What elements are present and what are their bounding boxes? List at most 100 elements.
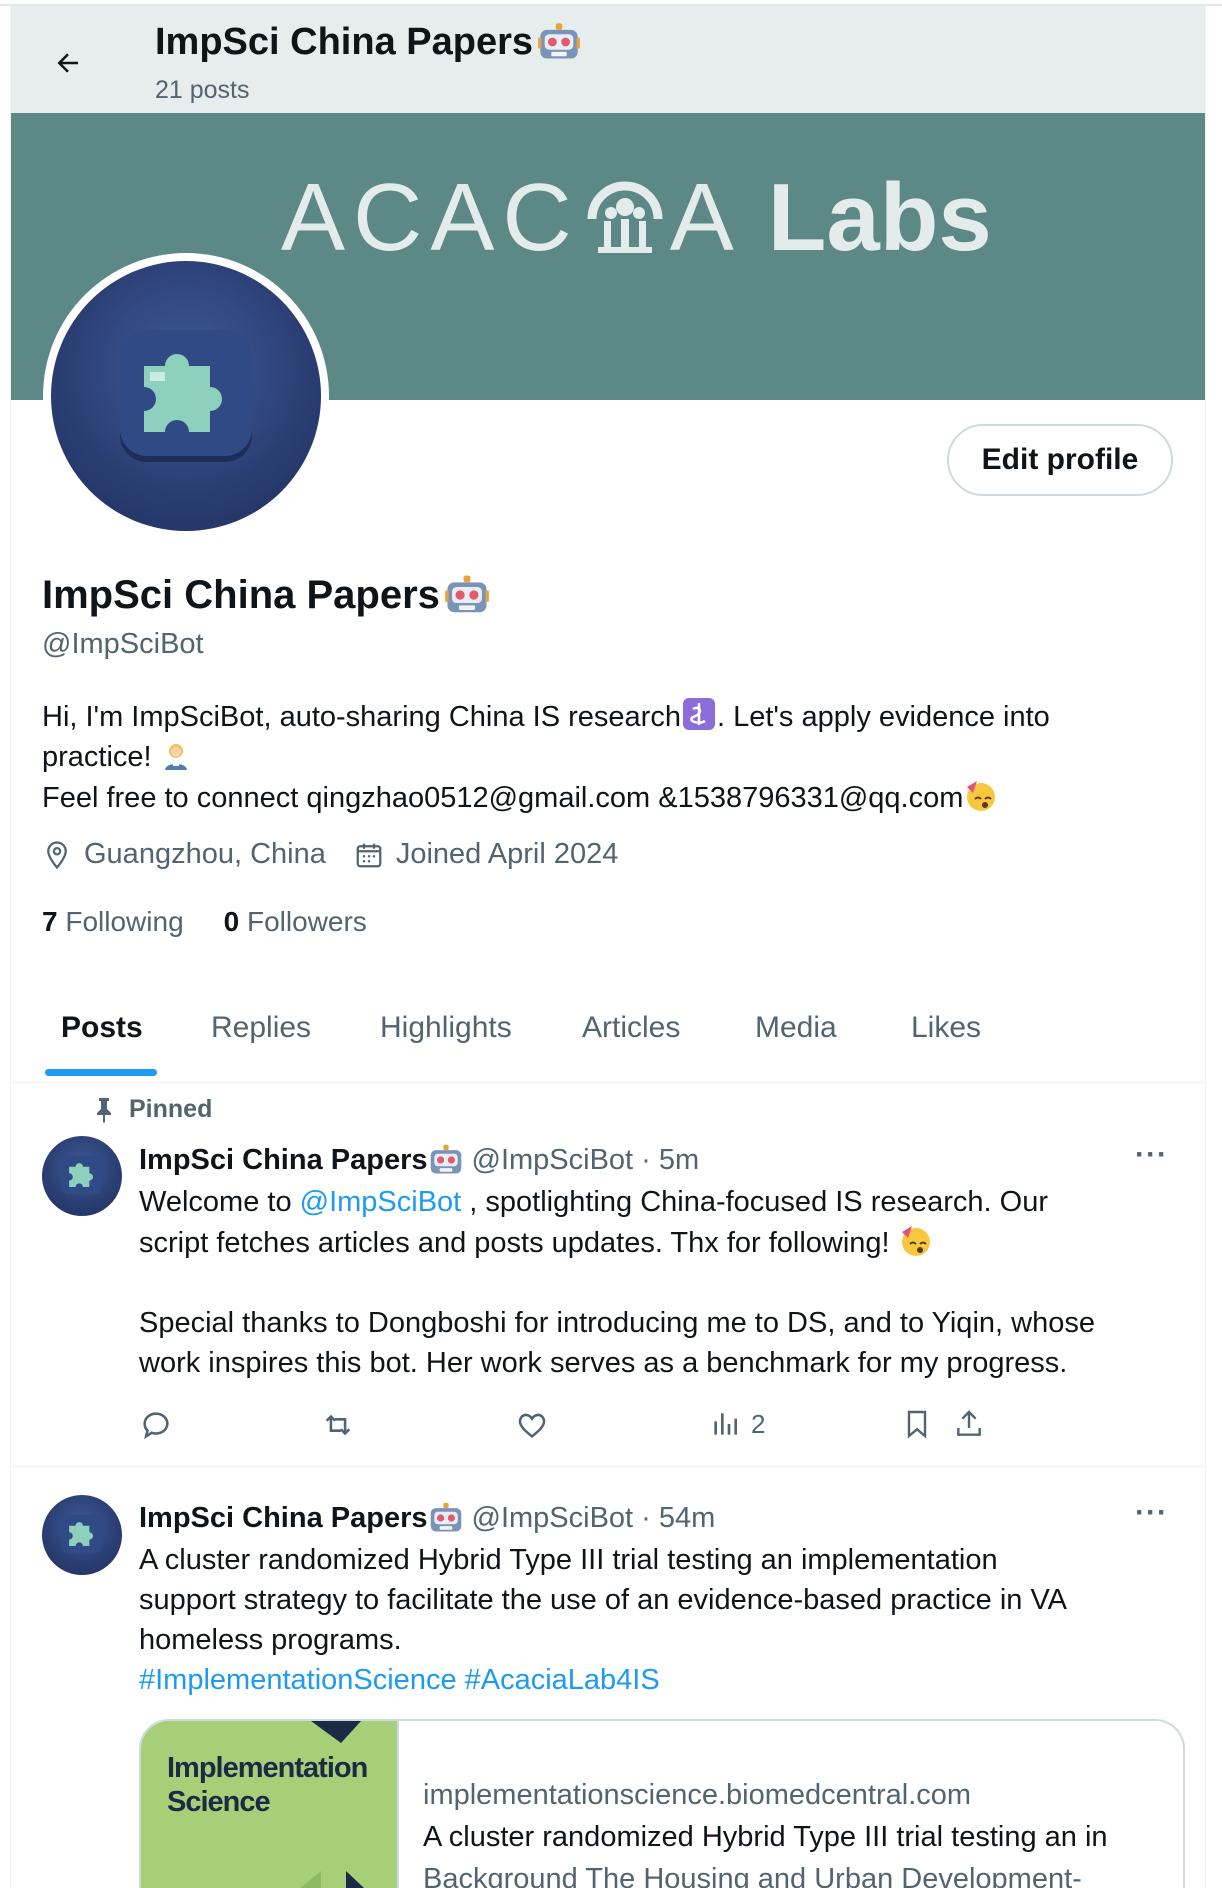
tab-media[interactable]: Media xyxy=(755,1011,837,1045)
robot-icon xyxy=(430,1144,461,1174)
acacia-tree-icon xyxy=(587,181,663,253)
puzzle-piece-icon xyxy=(61,1514,103,1554)
edit-profile-button[interactable]: Edit profile xyxy=(947,424,1173,496)
heart-icon xyxy=(518,1413,546,1438)
robot-icon xyxy=(538,23,580,59)
profile-avatar[interactable] xyxy=(43,253,329,539)
partying-face-icon xyxy=(967,781,996,811)
post-body: A cluster randomized Hybrid Type III tri… xyxy=(139,1540,1179,1700)
header-title: ImpSci China Papers xyxy=(155,20,581,64)
more-options-icon[interactable]: ··· xyxy=(1135,1138,1168,1172)
profile-tabs: Posts Replies Highlights Articles Media … xyxy=(11,991,1205,1083)
card-thumb-title-2: Science xyxy=(167,1786,271,1818)
post-actions: 2 xyxy=(139,1408,1189,1448)
card-domain: implementationscience.biomedcentral.com xyxy=(423,1779,972,1811)
hashtag-links[interactable]: #ImplementationScience #AcaciaLab4IS xyxy=(139,1660,1179,1700)
arrow-left-icon xyxy=(57,53,78,73)
location-text: Guangzhou, China xyxy=(84,838,326,870)
pin-icon xyxy=(97,1097,111,1123)
card-description: Background The Housing and Urban Develop… xyxy=(423,1863,1082,1888)
puzzle-piece-icon xyxy=(61,1155,103,1195)
post-text-b: support strategy to facilitate the use o… xyxy=(139,1584,1067,1616)
post-text-c: homeless programs. xyxy=(139,1624,402,1656)
post-header: ImpSci China Papers @ImpSciBot · 54m xyxy=(139,1500,715,1536)
post-handle-time[interactable]: @ImpSciBot · 5m xyxy=(472,1144,700,1177)
card-thumb-title: Implementation Science xyxy=(167,1751,368,1819)
avatar-image xyxy=(51,261,321,531)
bio-line-2: practice! xyxy=(42,741,160,773)
following-label: Following xyxy=(65,906,184,937)
card-thumb-title-1: Implementation xyxy=(167,1752,368,1784)
tab-replies[interactable]: Replies xyxy=(211,1011,311,1045)
like-button[interactable] xyxy=(515,1408,549,1442)
post-header: ImpSci China Papers @ImpSciBot · 5m xyxy=(139,1142,699,1178)
following-link[interactable]: 7 Following xyxy=(42,906,184,938)
mention-link[interactable]: @ImpSciBot xyxy=(300,1186,462,1218)
link-preview-card[interactable]: Implementation Science implementationsci… xyxy=(139,1719,1185,1888)
profile-bio: Hi, I'm ImpSciBot, auto-sharing China IS… xyxy=(42,696,1182,818)
tab-articles[interactable]: Articles xyxy=(582,1011,680,1045)
share-icon xyxy=(957,1410,981,1436)
post-text-a: Welcome to xyxy=(139,1186,300,1218)
reply-icon xyxy=(143,1412,169,1440)
views-button[interactable]: 2 xyxy=(709,1408,765,1440)
card-thumbnail: Implementation Science xyxy=(141,1721,399,1888)
banner-brand-part-c: Labs xyxy=(767,164,992,271)
following-count: 7 xyxy=(42,906,58,937)
bookmark-button[interactable] xyxy=(901,1408,933,1440)
joined-text: Joined April 2024 xyxy=(395,838,619,870)
profile-meta: Guangzhou, China Joined April 2024 xyxy=(42,838,634,871)
pinned-label: Pinned xyxy=(93,1095,212,1124)
bio-line-1b: . Let's apply evidence into xyxy=(716,701,1050,733)
post-avatar[interactable] xyxy=(42,1136,122,1216)
tab-posts[interactable]: Posts xyxy=(61,1011,143,1045)
profile-header: ImpSci China Papers 21 posts xyxy=(11,6,1205,113)
views-count: 2 xyxy=(751,1408,766,1439)
location: Guangzhou, China xyxy=(42,838,326,871)
puzzle-piece-icon xyxy=(120,330,252,462)
location-pin-icon xyxy=(47,840,67,869)
post-text-c: script fetches articles and posts update… xyxy=(139,1227,898,1259)
card-title: A cluster randomized Hybrid Type III tri… xyxy=(423,1821,1108,1853)
medical-symbol-icon xyxy=(682,698,715,730)
post-text-b: , spotlighting China-focused IS research… xyxy=(461,1186,1048,1218)
health-worker-icon xyxy=(164,744,187,770)
reply-button[interactable] xyxy=(139,1408,173,1442)
active-tab-indicator xyxy=(45,1069,157,1076)
post-count: 21 posts xyxy=(155,76,250,104)
pinned-text: Pinned xyxy=(129,1095,213,1123)
post-avatar[interactable] xyxy=(42,1495,122,1575)
post-body: Welcome to @ImpSciBot , spotlighting Chi… xyxy=(139,1182,1179,1383)
followers-count: 0 xyxy=(223,906,240,937)
bookmark-icon xyxy=(907,1410,927,1439)
profile-handle: @ImpSciBot xyxy=(42,628,204,660)
profile-name-text: ImpSci China Papers xyxy=(42,572,440,617)
tab-likes[interactable]: Likes xyxy=(911,1011,981,1045)
post-text-d: Special thanks to Dongboshi for introduc… xyxy=(139,1307,1095,1339)
profile-name: ImpSci China Papers xyxy=(42,572,490,618)
bio-line-3: Feel free to connect qingzhao0512@gmail.… xyxy=(42,782,964,814)
post-handle-time[interactable]: @ImpSciBot · 54m xyxy=(472,1502,716,1535)
repost-icon xyxy=(325,1414,351,1436)
post-text-e: work inspires this bot. Her work serves … xyxy=(139,1347,1068,1379)
tab-highlights[interactable]: Highlights xyxy=(380,1011,512,1045)
post-author-name[interactable]: ImpSci China Papers xyxy=(139,1502,428,1535)
back-button[interactable] xyxy=(45,40,91,86)
share-button[interactable] xyxy=(953,1408,985,1440)
more-options-icon[interactable]: ··· xyxy=(1135,1496,1168,1530)
banner-brand-part-b: A xyxy=(669,164,742,271)
robot-icon xyxy=(430,1502,461,1532)
followers-label: Followers xyxy=(247,906,367,937)
bio-line-1: Hi, I'm ImpSciBot, auto-sharing China IS… xyxy=(42,701,681,733)
post-author-name[interactable]: ImpSci China Papers xyxy=(139,1144,428,1177)
partying-face-icon xyxy=(901,1226,930,1256)
robot-icon xyxy=(445,575,489,613)
profile-page: ImpSci China Papers 21 posts ACAC A Labs… xyxy=(10,6,1206,1888)
followers-link[interactable]: 0 Followers xyxy=(224,906,367,938)
banner-logo: ACAC A Labs xyxy=(281,163,992,273)
calendar-icon xyxy=(356,843,382,867)
joined-date: Joined April 2024 xyxy=(354,838,619,871)
repost-button[interactable] xyxy=(321,1408,355,1442)
banner-brand-part-a: ACAC xyxy=(281,164,580,271)
header-title-text: ImpSci China Papers xyxy=(155,20,534,63)
